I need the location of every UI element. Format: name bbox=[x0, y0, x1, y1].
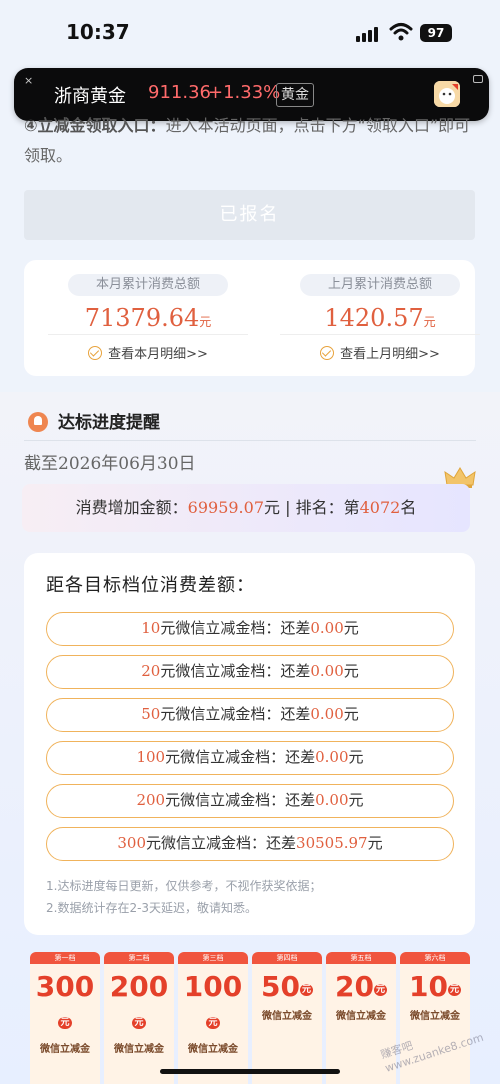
tier-card[interactable]: 第三档 100元 微信立减金 bbox=[178, 952, 248, 1084]
ticker-category-tag: 黄金 bbox=[276, 83, 314, 107]
note-line: 1.达标进度每日更新，仅供参考，不视作获奖依据； bbox=[46, 879, 322, 893]
gap-notes: 1.达标进度每日更新，仅供参考，不视作获奖依据； 2.数据统计存在2-3天延迟，… bbox=[46, 875, 321, 919]
tier-gap-row: 10元微信立减金档：还差0.00元 bbox=[46, 612, 454, 646]
status-bar: 10:37 97 bbox=[0, 0, 500, 66]
close-icon[interactable]: × bbox=[24, 74, 33, 87]
expand-icon[interactable] bbox=[473, 75, 483, 83]
cellular-signal-icon bbox=[356, 26, 380, 42]
home-indicator[interactable] bbox=[160, 1069, 340, 1074]
tier-card[interactable]: 第二档 200元 微信立减金 bbox=[104, 952, 174, 1084]
ticker-change: +1.33% bbox=[208, 82, 281, 103]
tier-gap-row: 200元微信立减金档：还差0.00元 bbox=[46, 784, 454, 818]
increase-amount: 69959.07 bbox=[187, 498, 264, 517]
this-month-value: 71379.64元 bbox=[48, 304, 248, 335]
tier-card[interactable]: 第四档 50 元微信立减金 bbox=[252, 952, 322, 1084]
rank-number: 4072 bbox=[359, 498, 401, 517]
ticker-price: 911.36 bbox=[148, 82, 211, 103]
tier-gap-row: 50元微信立减金档：还差0.00元 bbox=[46, 698, 454, 732]
last-month-value: 1420.57元 bbox=[280, 304, 480, 335]
this-month-label: 本月累计消费总额 bbox=[68, 274, 228, 296]
progress-title: 达标进度提醒 bbox=[28, 408, 160, 433]
view-this-month-link[interactable]: 查看本月明细>> bbox=[48, 343, 248, 362]
tier-gap-row: 100元微信立减金档：还差0.00元 bbox=[46, 741, 454, 775]
app-logo-icon[interactable] bbox=[434, 81, 460, 107]
check-circle-icon bbox=[320, 346, 335, 360]
tier-gap-card: 距各目标档位消费差额： 10元微信立减金档：还差0.00元 20元微信立减金档：… bbox=[24, 553, 475, 935]
rule-heading: ④立减金领取入口： bbox=[24, 116, 166, 135]
last-month-spend: 上月累计消费总额 1420.57元 查看上月明细>> bbox=[280, 274, 480, 362]
tier-gap-row: 300元微信立减金档：还差30505.97元 bbox=[46, 827, 454, 861]
battery-icon: 97 bbox=[420, 24, 452, 42]
check-circle-icon bbox=[88, 346, 103, 360]
deadline-date: 截至2026年06月30日 bbox=[24, 454, 196, 474]
registered-button[interactable]: 已报名 bbox=[24, 190, 475, 240]
last-month-label: 上月累计消费总额 bbox=[300, 274, 460, 296]
gap-title: 距各目标档位消费差额： bbox=[46, 575, 255, 596]
wifi-icon bbox=[389, 23, 413, 41]
ticker-name: 浙商黄金 bbox=[54, 86, 126, 107]
bell-icon bbox=[28, 412, 48, 432]
tier-gap-row: 20元微信立减金档：还差0.00元 bbox=[46, 655, 454, 689]
activity-rules: ④立减金领取入口：进入本活动页面，点击下方“领取入口”即可领取。 bbox=[24, 111, 484, 171]
rank-summary-bar: 消费增加金额：69959.07元 | 排名：第4072名 bbox=[22, 484, 470, 532]
spend-summary-card: 本月累计消费总额 71379.64元 查看本月明细>> 上月累计消费总额 142… bbox=[24, 260, 480, 376]
view-last-month-link[interactable]: 查看上月明细>> bbox=[280, 343, 480, 362]
tier-card[interactable]: 第一档 300元 微信立减金 bbox=[30, 952, 100, 1084]
note-line: 2.数据统计存在2-3天延迟，敬请知悉。 bbox=[46, 901, 258, 915]
divider bbox=[24, 440, 476, 441]
status-time: 10:37 bbox=[66, 20, 130, 44]
this-month-spend: 本月累计消费总额 71379.64元 查看本月明细>> bbox=[48, 274, 248, 362]
